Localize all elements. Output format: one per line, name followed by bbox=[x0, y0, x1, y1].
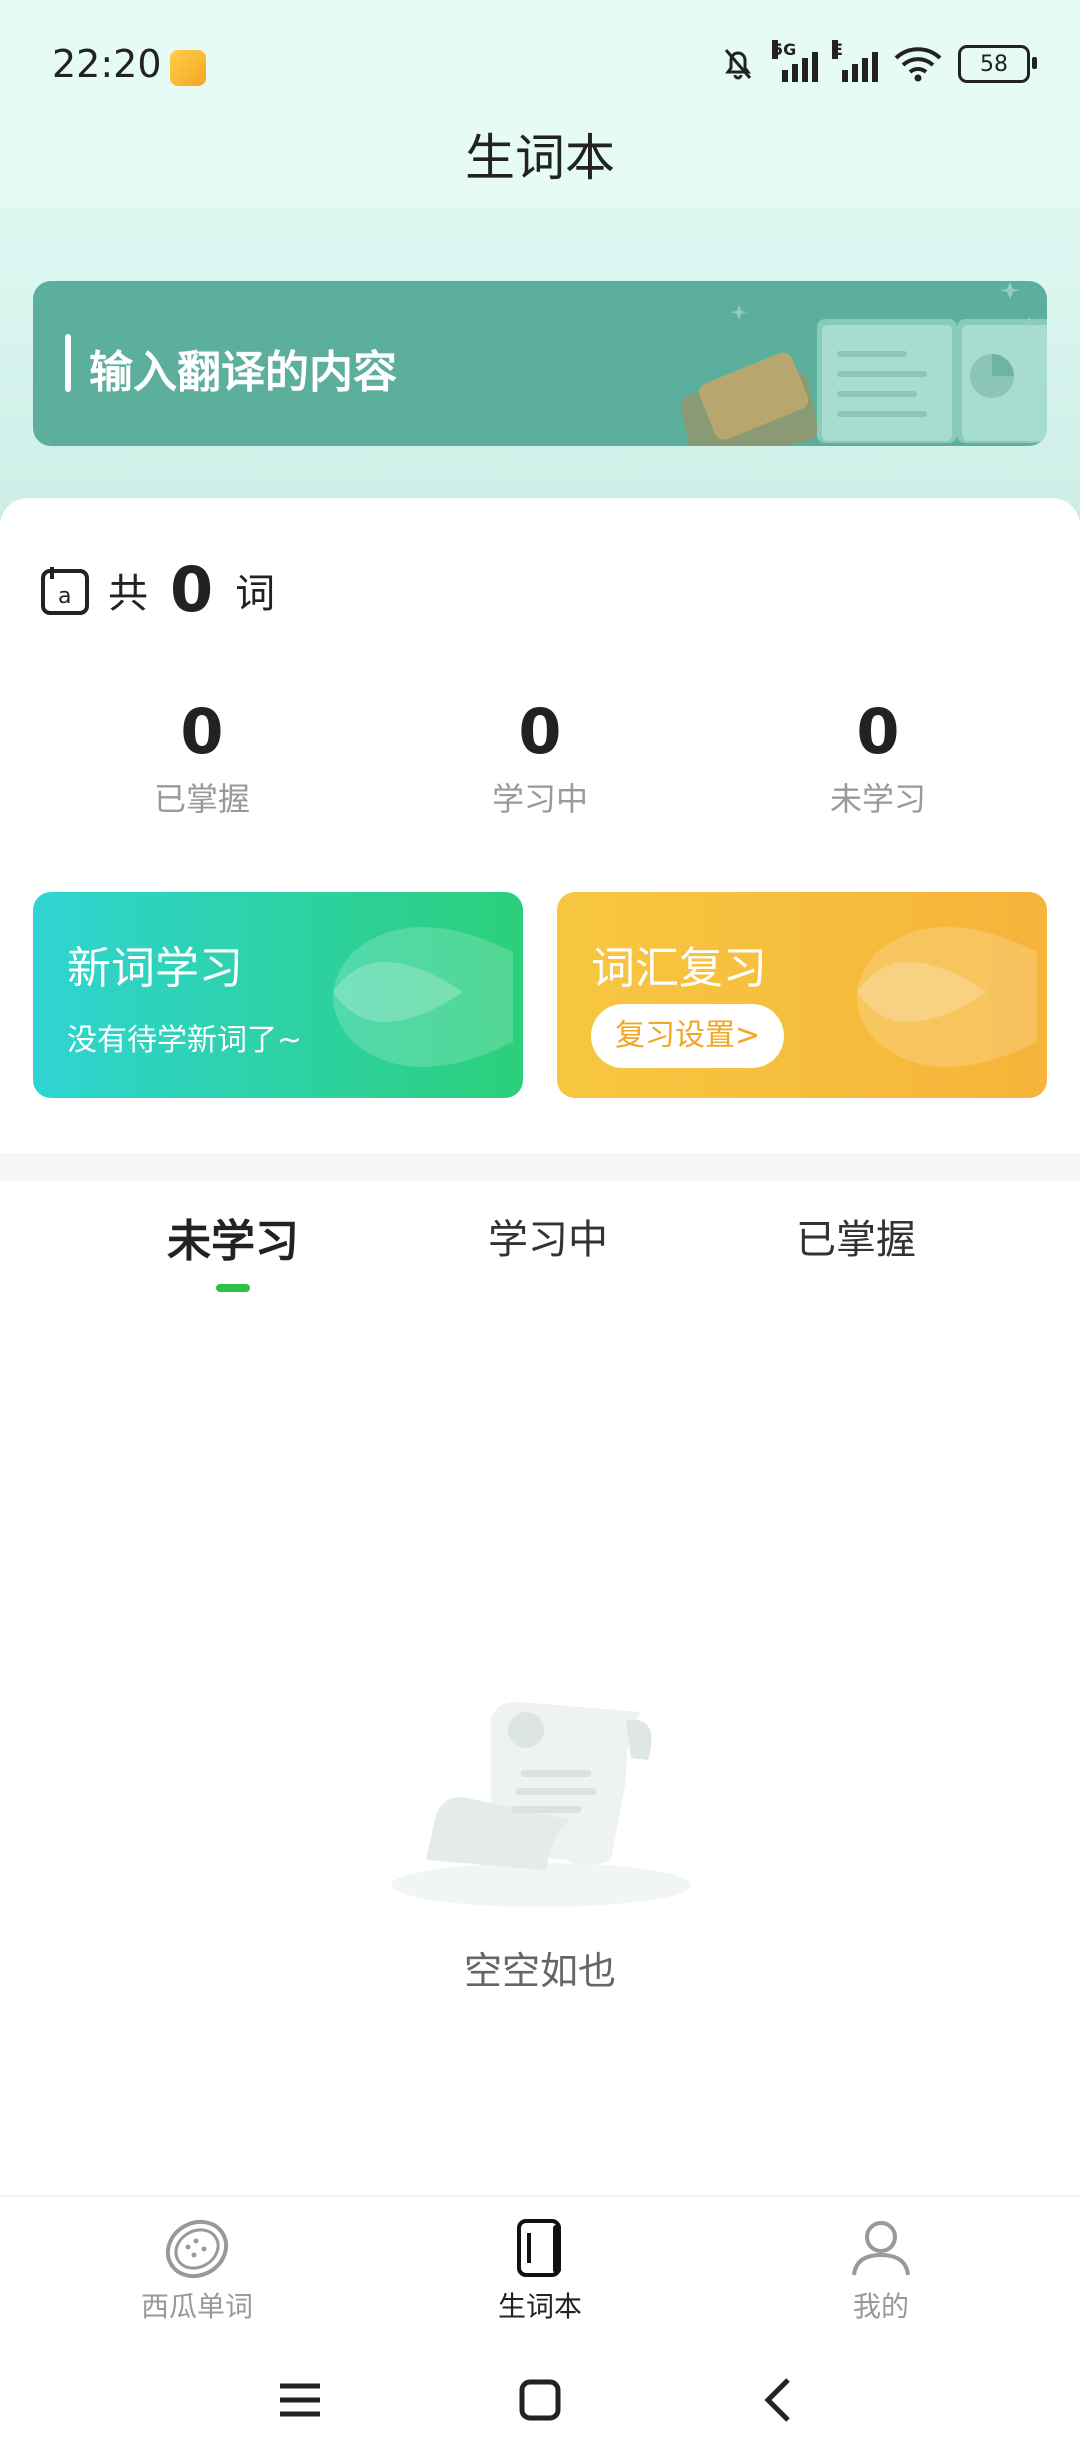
review-card[interactable]: 词汇复习 复习设置> bbox=[557, 892, 1047, 1098]
book-illustration-icon bbox=[680, 282, 1047, 446]
app-notification-icon bbox=[170, 50, 206, 86]
play-decoration-icon bbox=[333, 927, 513, 1067]
empty-scroll-icon bbox=[391, 1701, 691, 1907]
bottom-nav: 西瓜单词 生词本 我的 bbox=[0, 2195, 1080, 2342]
stat-value: 0 bbox=[518, 695, 562, 768]
stat-value: 0 bbox=[856, 695, 900, 768]
dictionary-icon: a bbox=[41, 566, 89, 615]
translate-input-banner[interactable]: 输入翻译的内容 bbox=[33, 281, 1047, 446]
new-words-subtitle: 没有待学新词了~ bbox=[67, 1023, 303, 1058]
empty-state-text: 空空如也 bbox=[463, 1949, 616, 1993]
status-time: 22:20 bbox=[52, 42, 162, 86]
signal-5g-icon: 5G bbox=[772, 40, 818, 82]
person-icon bbox=[852, 2221, 910, 2276]
review-settings-button[interactable]: 复习设置> bbox=[591, 1004, 785, 1068]
translate-input-placeholder: 输入翻译的内容 bbox=[89, 347, 397, 398]
nav-item-home[interactable]: 西瓜单词 bbox=[97, 2213, 297, 2325]
notebook-icon bbox=[517, 2219, 561, 2277]
stat-learning: 0 学习中 bbox=[371, 695, 709, 820]
menu-icon[interactable] bbox=[270, 2370, 330, 2430]
network-tag-e: E bbox=[832, 40, 843, 59]
new-words-card[interactable]: 新词学习 没有待学新词了~ bbox=[33, 892, 523, 1098]
tab-mastered[interactable]: 已掌握 bbox=[746, 1207, 966, 1265]
battery-level: 58 bbox=[980, 51, 1008, 77]
system-nav-bar bbox=[0, 2340, 1080, 2460]
stat-label: 未学习 bbox=[829, 780, 926, 818]
signal-e-icon: E bbox=[832, 40, 878, 82]
total-word-count: 0 bbox=[170, 553, 214, 626]
review-title: 词汇复习 bbox=[591, 943, 767, 994]
wifi-icon bbox=[894, 47, 942, 82]
battery-indicator: 58 bbox=[958, 45, 1037, 83]
stat-label: 已掌握 bbox=[153, 780, 250, 818]
word-count-row: a 共 0 词 bbox=[40, 553, 275, 626]
status-bar: 22:20 5G E 58 bbox=[0, 0, 1080, 130]
word-status-tabs: 未学习 学习中 已掌握 bbox=[0, 1205, 1080, 1305]
nav-label: 西瓜单词 bbox=[140, 2290, 253, 2323]
section-divider bbox=[0, 1153, 1080, 1181]
active-tab-indicator bbox=[216, 1284, 250, 1292]
new-words-title: 新词学习 bbox=[67, 943, 243, 994]
stat-unlearned: 0 未学习 bbox=[709, 695, 1047, 820]
count-suffix: 词 bbox=[235, 570, 276, 617]
stat-mastered: 0 已掌握 bbox=[33, 695, 371, 820]
status-icons: 5G E 58 bbox=[718, 40, 1037, 84]
home-square-icon[interactable] bbox=[510, 2370, 570, 2430]
bell-muted-icon bbox=[724, 49, 752, 80]
nav-item-profile[interactable]: 我的 bbox=[781, 2213, 981, 2325]
back-chevron-icon[interactable] bbox=[750, 2370, 810, 2430]
watermelon-icon bbox=[165, 2219, 229, 2279]
nav-label: 生词本 bbox=[497, 2290, 582, 2323]
count-prefix: 共 bbox=[108, 570, 148, 617]
play-decoration-icon bbox=[857, 927, 1037, 1067]
nav-label: 我的 bbox=[852, 2290, 909, 2323]
tab-unlearned[interactable]: 未学习 bbox=[123, 1205, 343, 1269]
network-tag-5g: 5G bbox=[772, 40, 797, 59]
nav-item-notebook[interactable]: 生词本 bbox=[440, 2213, 640, 2325]
tab-learning[interactable]: 学习中 bbox=[438, 1207, 658, 1265]
svg-text:a: a bbox=[58, 584, 71, 609]
stat-value: 0 bbox=[180, 695, 224, 768]
input-cursor-bar bbox=[65, 334, 71, 392]
stat-label: 学习中 bbox=[491, 780, 588, 818]
page-title: 生词本 bbox=[465, 129, 615, 187]
stats-row: 0 已掌握 0 学习中 0 未学习 bbox=[0, 695, 1080, 820]
